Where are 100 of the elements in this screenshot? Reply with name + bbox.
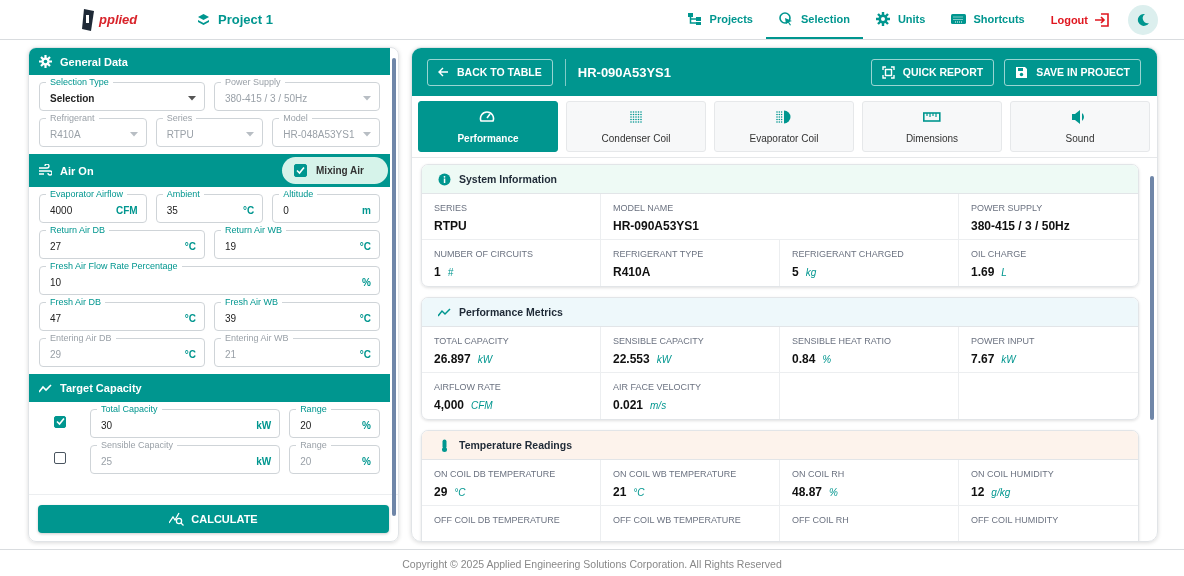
field-label: ON COIL RH [792,469,846,479]
unit-label: kW [656,354,672,365]
gauge-icon [479,109,497,125]
field-label: SENSIBLE HEAT RATIO [792,336,893,346]
calculate-button[interactable]: CALCULATE [38,505,389,533]
unit-label: °C [633,487,645,498]
model-title: HR-090A53YS1 [577,64,672,80]
layers-icon [197,13,210,26]
input-field[interactable]: Range 20 % [289,405,380,438]
field-value: 26.897 [434,352,471,366]
logo-text: pplied [99,12,138,27]
field-value: 29 [434,485,448,499]
unit-label: kg [805,267,817,278]
field-label: NUMBER OF CIRCUITS [434,249,534,259]
field-label: MODEL NAME [613,203,675,213]
field-value: 21 [613,485,627,499]
field-value: 5 [792,265,799,279]
field-label: ON COIL WB TEMPERATURE [613,469,738,479]
nav-link[interactable]: Shortcuts [938,0,1038,39]
logout-link[interactable]: Logout [1037,12,1123,27]
tab[interactable]: Condenser Coil [566,101,706,152]
input-field[interactable]: Altitude 0 m [272,190,380,223]
info-icon [438,172,451,186]
back-button[interactable]: BACK TO TABLE [427,58,553,86]
field-value: 7.67 [971,352,995,366]
caret-icon [129,132,138,137]
field-label: ON COIL DB TEMPERATURE [434,469,557,479]
unit-label: kW [1001,354,1016,365]
input-field[interactable]: Total Capacity 30 kW [90,405,281,438]
caret-icon [188,96,196,101]
project-name: Project 1 [218,12,273,27]
mixing-air-toggle[interactable]: Mixing Air [282,157,388,184]
unit-label: g/kg [991,487,1011,498]
field-label: REFRIGERANT CHARGED [792,249,905,259]
trend-icon [39,381,52,395]
field-value: 22.553 [613,352,650,366]
unit-label: % [822,354,832,365]
tab[interactable]: Sound [1010,101,1150,152]
unit-label: CFM [471,400,493,411]
field-label: POWER SUPPLY [971,203,1044,213]
input-field[interactable]: Ambient 35 °C [155,190,264,223]
field-label: SERIES [434,203,468,213]
section-header: General Data [29,48,390,75]
moon-icon [1136,12,1150,27]
unit-label: m/s [650,400,667,411]
field-value: 0.021 [613,398,644,412]
scrollbar[interactable] [1150,176,1154,420]
section-header: Air On Mixing Air [29,154,390,187]
field-value: 1 [434,265,441,279]
checkbox[interactable] [54,415,66,428]
checkbox[interactable] [54,451,66,464]
field-label: REFRIGERANT TYPE [613,249,705,259]
nav-link[interactable]: Units [862,0,939,39]
cursor-click-icon [779,11,794,26]
half-circle-dots-icon [775,109,793,125]
nav-link[interactable]: Projects [674,0,766,39]
theme-toggle-button[interactable] [1128,4,1158,35]
gear-icon [875,11,891,26]
unit-label: °C [454,487,466,498]
field-label: AIR FACE VELOCITY [613,382,703,392]
caret-icon [363,132,371,137]
action-button[interactable]: SAVE IN PROJECT [1004,58,1141,86]
trend-icon [438,305,451,319]
field-label: OIL CHARGE [971,249,1028,259]
scrollbar[interactable] [392,58,396,516]
field-value: 4,000 [434,398,465,412]
field-label: OFF COIL DB TEMPERATURE [434,515,561,525]
field-label: AIRFLOW RATE [434,382,502,392]
field-value: HR-090A53YS1 [613,219,700,233]
input-field[interactable]: Return Air WB 19 °C [214,226,380,259]
field-value: 12 [971,485,985,499]
action-button[interactable]: QUICK REPORT [870,58,995,86]
wind-icon [39,164,52,177]
card-title: Temperature Readings [459,439,572,451]
tab[interactable]: Dimensions [862,101,1002,152]
gear-icon [39,55,52,68]
field-label: OFF COIL HUMIDITY [971,515,1060,525]
field-label: OFF COIL WB TEMPERATURE [613,515,742,525]
section-header: Target Capacity [29,374,390,402]
input-field[interactable]: Fresh Air WB 39 °C [214,298,380,331]
tab[interactable]: Performance [418,101,558,152]
caret-icon [363,96,371,101]
field-value: 48.87 [792,485,823,499]
tab[interactable]: Evaporator Coil [714,101,854,152]
input-field[interactable]: Evaporator Airflow 4000 CFM [39,190,147,223]
card-title: System Information [459,173,558,185]
card-title: Performance Metrics [459,306,563,318]
nav-link[interactable]: Selection [766,0,863,39]
unit-label: # [447,267,454,278]
keyboard-icon [951,11,967,26]
input-field[interactable]: Return Air DB 27 °C [39,226,205,259]
field-value: 380-415 / 3 / 50Hz [971,219,1070,233]
chart-search-icon [169,512,186,526]
checkbox[interactable] [294,164,308,177]
input-field[interactable]: Fresh Air Flow Rate Percentage 10 % [39,262,380,295]
select-field[interactable]: Selection Type Selection [39,78,205,111]
field-label: ON COIL HUMIDITY [971,469,1055,479]
field-label: TOTAL CAPACITY [434,336,510,346]
input-field[interactable]: Fresh Air DB 47 °C [39,298,205,331]
unit-label: kW [477,354,493,365]
